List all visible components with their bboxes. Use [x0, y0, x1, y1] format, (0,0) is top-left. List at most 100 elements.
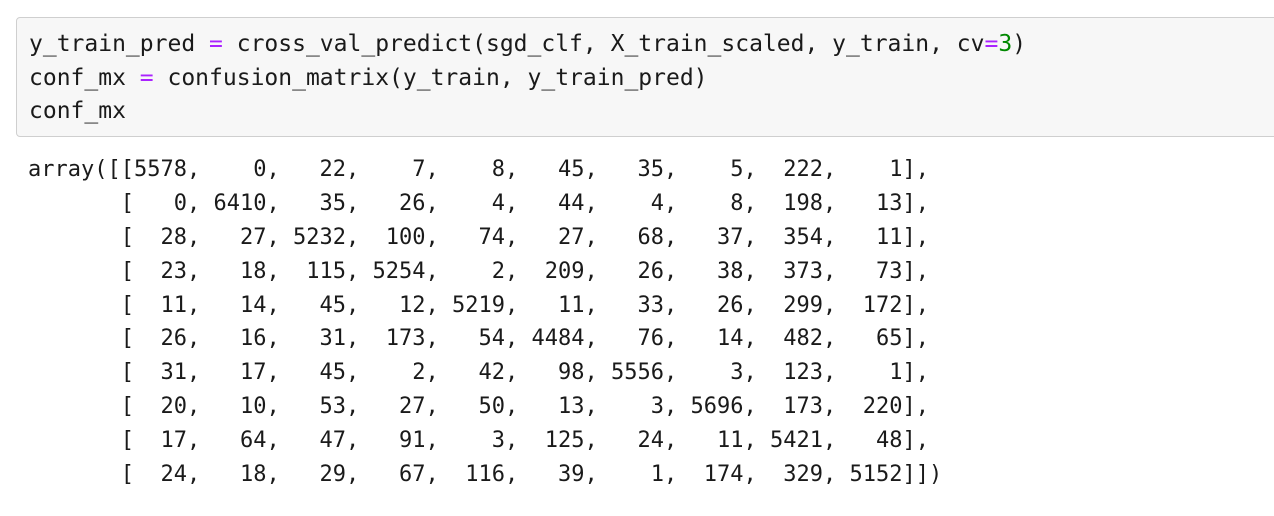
matrix-cell: 37 — [716, 224, 744, 250]
output-punct: , — [743, 224, 770, 250]
output-punct: , — [345, 428, 373, 454]
output-punct: , — [425, 292, 452, 318]
output-punct: , — [822, 394, 850, 420]
output-punct: , — [822, 190, 850, 216]
matrix-cell: 4 — [650, 190, 664, 216]
output-punct: , — [504, 394, 532, 420]
code-number: 3 — [998, 31, 1013, 57]
code-editor[interactable]: y_train_pred = cross_val_predict(sgd_clf… — [29, 28, 1026, 129]
matrix-cell: 22 — [319, 157, 346, 182]
matrix-cell: 26 — [637, 258, 664, 284]
output-punct: , — [425, 190, 452, 216]
output-punct: , — [743, 326, 770, 352]
matrix-cell: 73 — [875, 258, 903, 284]
output-punct: ], — [902, 428, 929, 454]
output-punct: , — [266, 462, 293, 488]
output-pad — [293, 293, 320, 318]
matrix-cell: 48 — [875, 428, 903, 454]
output-punct: , — [663, 224, 691, 250]
output-pad — [690, 225, 717, 250]
output-pad — [849, 259, 876, 284]
matrix-cell: 20 — [160, 394, 187, 420]
matrix-cell: 76 — [637, 326, 664, 352]
output-punct: , — [743, 258, 770, 284]
output-punct: , — [584, 360, 611, 386]
matrix-cell: 5219 — [451, 292, 505, 318]
matrix-cell: 98 — [557, 360, 585, 386]
code-input-cell[interactable]: y_train_pred = cross_val_predict(sgd_clf… — [16, 17, 1274, 137]
code-token: conf_mx — [29, 98, 126, 124]
output-pad — [293, 326, 320, 351]
matrix-cell: 373 — [783, 258, 823, 284]
output-pad — [770, 360, 783, 385]
output-punct: , — [186, 292, 214, 318]
output-pad — [134, 462, 161, 487]
output-pad — [372, 326, 385, 351]
matrix-cell: 17 — [160, 428, 187, 454]
output-pad — [452, 225, 479, 250]
matrix-cell: 2 — [491, 258, 505, 284]
output-punct: ], — [902, 360, 929, 386]
output-punct: , — [425, 394, 452, 420]
output-row: array([[5578, 0, 22, 7, 8, 45, 35, 5, 22… — [28, 153, 942, 187]
output-punct: , — [743, 428, 770, 454]
matrix-cell: 100 — [385, 224, 426, 250]
matrix-cell: 50 — [478, 394, 505, 420]
output-punct: ], — [902, 258, 929, 284]
output-pad — [531, 360, 558, 385]
output-pad — [452, 157, 492, 182]
matrix-cell: 18 — [239, 462, 267, 488]
output-pad — [611, 462, 651, 487]
matrix-cell: 5254 — [372, 258, 426, 284]
output-punct: , — [822, 224, 850, 250]
output-punct: , — [663, 326, 691, 352]
output-punct: , — [822, 292, 850, 318]
output-pad — [770, 225, 783, 250]
matrix-cell: 1 — [889, 360, 903, 386]
output-pad — [770, 293, 783, 318]
output-punct: , — [425, 462, 452, 488]
output-punct: , — [186, 190, 214, 216]
matrix-cell: 3 — [491, 428, 505, 454]
code-operator: = — [984, 31, 999, 57]
output-pad — [770, 462, 783, 487]
output-punct: , — [186, 428, 214, 454]
output-punct: [ — [28, 258, 134, 284]
matrix-cell: 16 — [239, 326, 267, 352]
output-punct: , — [345, 326, 373, 352]
output-pad — [849, 225, 876, 250]
output-punct: , — [822, 360, 850, 386]
output-pad — [213, 360, 240, 385]
output-pad — [849, 394, 862, 419]
output-pad — [611, 259, 638, 284]
output-punct: , — [266, 190, 293, 216]
code-token: ) — [1012, 31, 1027, 57]
output-punct: , — [186, 360, 214, 386]
output-punct: , — [663, 462, 691, 488]
output-pad — [293, 259, 306, 284]
matrix-cell: 5556 — [610, 360, 664, 386]
matrix-cell: 65 — [875, 326, 903, 352]
output-punct: , — [822, 462, 850, 488]
matrix-cell: 10 — [239, 394, 267, 420]
output-punct: , — [584, 394, 611, 420]
matrix-cell: 5 — [730, 157, 744, 182]
output-pad — [452, 428, 492, 453]
output-punct: , — [425, 360, 452, 386]
output-pad — [372, 462, 399, 487]
matrix-cell: 172 — [862, 292, 903, 318]
output-prefix: array( — [28, 157, 108, 182]
matrix-cell: 31 — [319, 326, 346, 352]
output-pad — [770, 259, 783, 284]
output-punct: , — [584, 462, 611, 488]
matrix-cell: 26 — [398, 190, 426, 216]
matrix-cell: 4 — [491, 190, 505, 216]
matrix-cell: 13 — [875, 190, 903, 216]
output-punct: [ — [28, 292, 134, 318]
matrix-cell: 31 — [160, 360, 187, 386]
matrix-cell: 116 — [465, 462, 505, 488]
output-punct: ]] — [902, 462, 929, 488]
output-pad — [452, 326, 479, 351]
output-row: [ 24, 18, 29, 67, 116, 39, 1, 174, 329, … — [28, 458, 943, 492]
output-pad — [770, 394, 783, 419]
